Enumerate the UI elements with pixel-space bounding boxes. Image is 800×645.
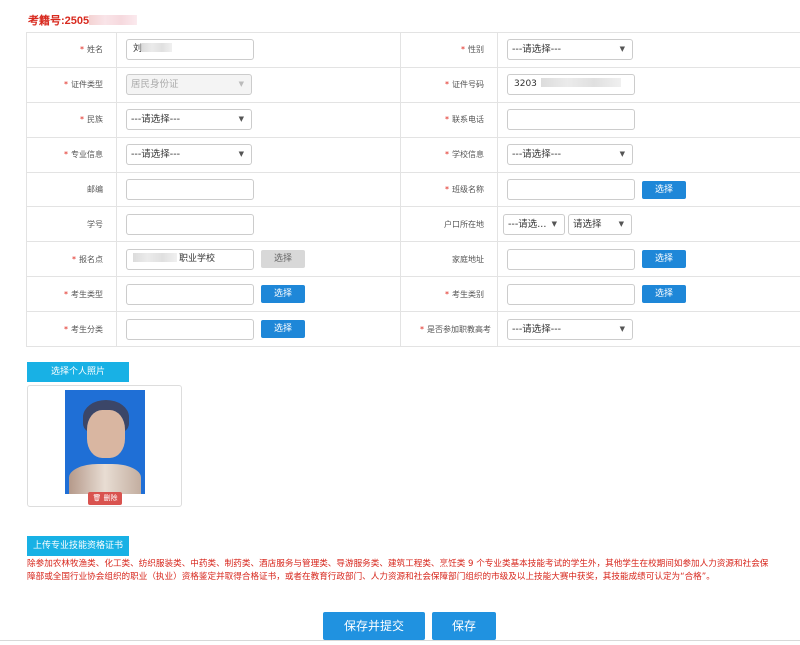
- major-label: * 专业信息: [26, 136, 117, 173]
- trash-icon: 🗑: [92, 494, 102, 502]
- chevron-down-icon: ▼: [619, 150, 625, 159]
- exam-number-mask: [89, 15, 138, 25]
- id-type-label: * 证件类型: [26, 66, 117, 103]
- candidate-type-input[interactable]: [126, 283, 254, 305]
- chevron-down-icon: ▼: [619, 324, 625, 333]
- form-row-idtype-idnumber: * 证件类型 居民身份证 ▼ * 证件号码 3203: [26, 66, 800, 103]
- school-label: * 学校信息: [400, 136, 498, 173]
- candidate-type-label: * 考生类型: [26, 276, 117, 313]
- ethnicity-select[interactable]: ---请选择--- ▼: [126, 109, 252, 131]
- phone-label: * 联系电话: [400, 101, 498, 138]
- chevron-down-icon: ▼: [618, 219, 624, 228]
- phone-input[interactable]: [507, 109, 635, 131]
- address-select-button[interactable]: 选择: [642, 250, 687, 269]
- photo-preview: 🗑 删除: [27, 385, 182, 507]
- class-name-input[interactable]: [507, 179, 635, 200]
- postcode-label: 邮编: [26, 171, 117, 208]
- registration-site-label: * 报名点: [26, 241, 117, 278]
- exam-number: 考籍号:2505: [28, 12, 138, 28]
- id-photo: [65, 390, 145, 494]
- select-photo-button[interactable]: 选择个人照片: [27, 362, 129, 382]
- chevron-down-icon: ▼: [619, 45, 625, 54]
- classification-select-button[interactable]: 选择: [261, 320, 306, 339]
- bottom-divider: [0, 640, 800, 641]
- student-id-label: 学号: [26, 206, 117, 243]
- class-select-button[interactable]: 选择: [642, 180, 687, 199]
- form-row-classification-gaokao: * 考生分类 选择 * 是否参加职教高考 ---请选择--- ▼: [26, 311, 800, 348]
- form-row-name-gender: * 姓名 刘 * 性别 ---请选择--- ▼: [26, 32, 800, 68]
- hukou-province-select[interactable]: ---请选... ▼: [503, 213, 565, 235]
- vocational-gaokao-label: * 是否参加职教高考: [400, 311, 498, 348]
- upload-certificate-button[interactable]: 上传专业技能资格证书: [27, 536, 129, 556]
- id-type-select: 居民身份证 ▼: [126, 74, 252, 96]
- id-number-input[interactable]: 3203: [507, 74, 635, 96]
- name-label: * 姓名: [26, 32, 117, 68]
- candidate-classification-input[interactable]: [126, 318, 254, 340]
- exam-number-label: 考籍号:2505: [28, 15, 90, 27]
- delete-photo-button[interactable]: 🗑 删除: [88, 492, 122, 505]
- name-input[interactable]: 刘: [126, 39, 254, 61]
- chevron-down-icon: ▼: [238, 115, 244, 124]
- id-number-label: * 证件号码: [400, 66, 498, 103]
- chevron-down-icon: ▼: [551, 219, 557, 228]
- postcode-input[interactable]: [126, 179, 254, 200]
- vocational-gaokao-select[interactable]: ---请选择--- ▼: [507, 318, 633, 340]
- hukou-city-select[interactable]: 请选择 ▼: [568, 213, 632, 235]
- site-select-button[interactable]: 选择: [261, 250, 306, 269]
- candidate-category-select-button[interactable]: 选择: [642, 285, 687, 304]
- form-row-studentid-hukou: 学号 户口所在地 ---请选... ▼ 请选择 ▼: [26, 206, 800, 243]
- form-row-candidate-type: * 考生类型 选择 * 考生类别 选择: [26, 276, 800, 313]
- candidate-type-select-button[interactable]: 选择: [261, 285, 306, 304]
- home-address-label: 家庭地址: [400, 241, 498, 278]
- certificate-notice: 除参加农林牧渔类、化工类、纺织服装类、中药类、制药类、酒店服务与管理类、导游服务…: [27, 559, 769, 582]
- candidate-category-label: * 考生类别: [400, 276, 498, 313]
- candidate-classification-label: * 考生分类: [26, 311, 117, 348]
- gender-label: * 性别: [400, 32, 498, 68]
- form-row-postcode-class: 邮编 * 班级名称 选择: [26, 171, 800, 208]
- class-name-label: * 班级名称: [400, 171, 498, 208]
- ethnicity-label: * 民族: [26, 101, 117, 138]
- major-select[interactable]: ---请选择--- ▼: [126, 144, 252, 166]
- hukou-label: 户口所在地: [400, 206, 498, 243]
- save-and-submit-button[interactable]: 保存并提交: [323, 612, 425, 640]
- form-row-ethnicity-phone: * 民族 ---请选择--- ▼ * 联系电话: [26, 101, 800, 138]
- student-id-input[interactable]: [126, 213, 254, 235]
- school-select[interactable]: ---请选择--- ▼: [507, 144, 633, 166]
- form-row-major-school: * 专业信息 ---请选择--- ▼ * 学校信息 ---请选择--- ▼: [26, 136, 800, 173]
- form-row-site-address: * 报名点 职业学校 选择 家庭地址 选择: [26, 241, 800, 278]
- candidate-category-input[interactable]: [507, 283, 635, 305]
- registration-site-input[interactable]: 职业学校: [126, 248, 254, 270]
- registration-form: * 姓名 刘 * 性别 ---请选择--- ▼ * 证件类型 居民身份证 ▼ * 证件号码 …: [26, 32, 800, 348]
- gender-select[interactable]: ---请选择--- ▼: [507, 39, 633, 61]
- home-address-input[interactable]: [507, 248, 635, 270]
- chevron-down-icon: ▼: [238, 80, 244, 89]
- save-button[interactable]: 保存: [432, 612, 496, 640]
- chevron-down-icon: ▼: [238, 150, 244, 159]
